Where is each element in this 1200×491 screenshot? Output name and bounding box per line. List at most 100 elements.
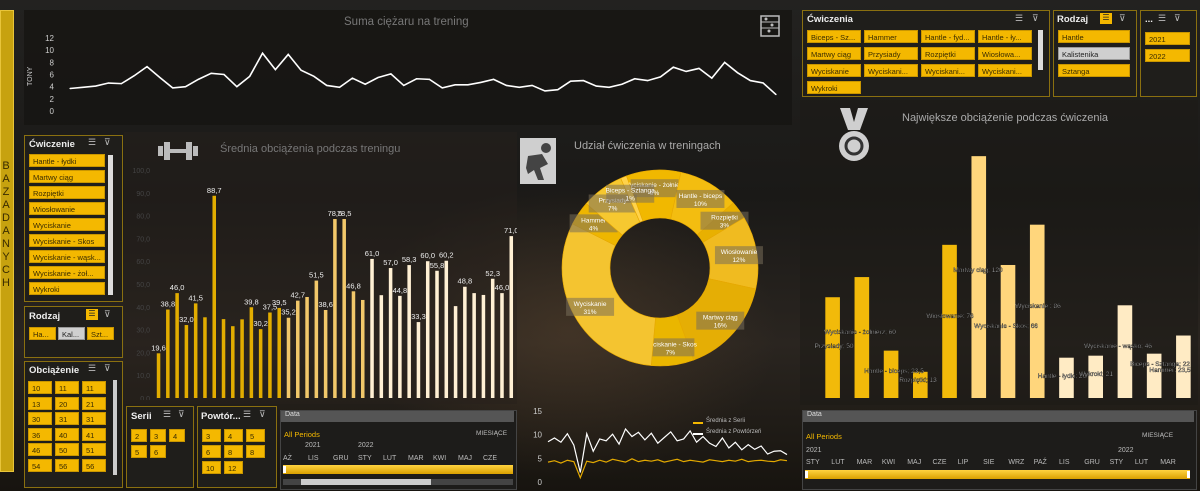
weight-option[interactable]: 11 xyxy=(82,381,106,394)
clear-filter-icon[interactable]: ⊽ xyxy=(178,409,185,420)
timeline-left-month[interactable]: MAR xyxy=(408,455,424,462)
timeline-left-month[interactable]: KWI xyxy=(433,455,446,462)
exercise-top-option[interactable]: Wiosłowa... xyxy=(978,47,1032,60)
kind-left-option[interactable]: Szt... xyxy=(87,327,114,340)
exercise-top-option[interactable]: Przysiady xyxy=(864,47,918,60)
year-top-option[interactable]: 2022 xyxy=(1145,49,1190,62)
timeline-right-month[interactable]: KWI xyxy=(882,459,895,466)
exercise-left-option[interactable]: Hantle - łydki xyxy=(29,154,105,167)
clear-filter-icon[interactable]: ⊽ xyxy=(104,309,111,320)
exercise-top-option[interactable]: Rozpiętki xyxy=(921,47,975,60)
exercise-top-option[interactable]: Wyciskanie xyxy=(807,64,861,77)
timeline-right-month[interactable]: SIE xyxy=(983,459,994,466)
exercise-top-option[interactable]: Wykroki xyxy=(807,81,861,94)
kind-top-option[interactable]: Hantle xyxy=(1058,30,1130,43)
reps-option[interactable]: 5 xyxy=(246,429,265,442)
clear-filter-icon[interactable]: ⊽ xyxy=(1174,13,1181,24)
exercise-top-option[interactable]: Wyciskani... xyxy=(864,64,918,77)
timeline-right-month[interactable]: WRZ xyxy=(1008,459,1024,466)
timeline-right-handle-left[interactable] xyxy=(805,471,808,478)
weight-option[interactable]: 30 xyxy=(28,412,52,425)
year-top-option[interactable]: 2021 xyxy=(1145,32,1190,45)
multiselect-icon[interactable]: ☰ xyxy=(86,309,98,320)
timeline-right-month[interactable]: MAJ xyxy=(907,459,921,466)
weight-option[interactable]: 40 xyxy=(55,427,79,441)
exercise-top-option[interactable]: Martwy ciąg xyxy=(807,47,861,60)
multiselect-icon[interactable]: ☰ xyxy=(88,363,96,374)
multiselect-icon[interactable]: ☰ xyxy=(1015,13,1023,24)
reps-option[interactable]: 8 xyxy=(224,445,243,458)
timeline-left-scrollbar[interactable] xyxy=(283,479,513,485)
timeline-right-month[interactable]: STY xyxy=(806,459,820,466)
timeline-right-month[interactable]: STY xyxy=(1110,459,1124,466)
weight-option[interactable]: 50 xyxy=(55,443,79,456)
exercise-left-option[interactable]: Wiosłowanie xyxy=(29,202,105,215)
timeline-right-month[interactable]: LUT xyxy=(831,459,844,466)
multiselect-icon[interactable]: ☰ xyxy=(243,409,251,420)
exercise-left-option[interactable]: Wykroki xyxy=(29,282,105,295)
series-option[interactable]: 6 xyxy=(150,445,166,458)
exercise-top-option[interactable]: Hantle - fyd... xyxy=(921,30,975,43)
weight-option[interactable]: 31 xyxy=(55,412,79,425)
multiselect-icon[interactable]: ☰ xyxy=(88,137,96,148)
timeline-left-month[interactable]: CZE xyxy=(483,455,497,462)
series-option[interactable]: 4 xyxy=(169,429,185,442)
reps-option[interactable]: 3 xyxy=(202,429,221,442)
timeline-left-month[interactable]: LUT xyxy=(383,455,396,462)
exercise-left-option[interactable]: Rozpiętki xyxy=(29,186,105,199)
weight-option[interactable]: 21 xyxy=(82,396,106,410)
timeline-right-month[interactable]: GRU xyxy=(1084,459,1100,466)
exercise-slicer-top-scrollbar[interactable] xyxy=(1038,30,1043,70)
multiselect-icon[interactable]: ☰ xyxy=(1158,13,1166,24)
clear-filter-icon[interactable]: ⊽ xyxy=(104,137,111,148)
multiselect-icon[interactable]: ☰ xyxy=(163,409,171,420)
weight-option[interactable]: 51 xyxy=(82,443,106,456)
reps-option[interactable]: 12 xyxy=(224,461,243,474)
weight-option[interactable]: 54 xyxy=(28,458,52,472)
timeline-right-month[interactable]: LIP xyxy=(958,459,969,466)
kind-top-option[interactable]: Sztanga xyxy=(1058,64,1130,77)
timeline-right-unit[interactable]: MIESIĄCE xyxy=(1142,432,1173,439)
timeline-left-bar[interactable] xyxy=(283,465,513,474)
exercise-left-option[interactable]: Martwy ciąg xyxy=(29,170,105,183)
kind-left-option[interactable]: Kal... xyxy=(58,327,85,340)
reps-option[interactable]: 6 xyxy=(202,445,221,458)
timeline-left-unit[interactable]: MIESIĄCE xyxy=(476,430,507,437)
series-option[interactable]: 5 xyxy=(131,445,147,458)
clear-filter-icon[interactable]: ⊽ xyxy=(1032,13,1039,24)
exercise-left-option[interactable]: Wyciskanie - żoł... xyxy=(29,266,105,279)
clear-filter-icon[interactable]: ⊽ xyxy=(104,363,111,374)
kind-top-option[interactable]: Kalistenika xyxy=(1058,47,1130,60)
exercise-left-option[interactable]: Wyciskanie - Skos xyxy=(29,234,105,247)
weight-option[interactable]: 31 xyxy=(82,412,106,425)
series-option[interactable]: 3 xyxy=(150,429,166,442)
timeline-left-month[interactable]: AŻ xyxy=(283,455,292,462)
timeline-left-month[interactable]: GRU xyxy=(333,455,349,462)
exercise-slicer-left-scrollbar[interactable] xyxy=(108,155,113,295)
clear-filter-icon[interactable]: ⊽ xyxy=(1119,13,1126,24)
exercise-top-option[interactable]: Hantle - ły... xyxy=(978,30,1032,43)
exercise-top-option[interactable]: Hammer xyxy=(864,30,918,43)
timeline-right-month[interactable]: PAŹ xyxy=(1034,459,1047,466)
weight-option[interactable]: 20 xyxy=(55,396,79,410)
weight-option[interactable]: 46 xyxy=(28,443,52,456)
weight-slicer-scrollbar[interactable] xyxy=(113,380,117,475)
clear-filter-icon[interactable]: ⊽ xyxy=(259,409,266,420)
timeline-right-month[interactable]: MAR xyxy=(1160,459,1176,466)
timeline-right-bar[interactable] xyxy=(805,470,1190,479)
reps-option[interactable]: 8 xyxy=(246,445,265,458)
timeline-right-month[interactable]: LUT xyxy=(1135,459,1148,466)
weight-option[interactable]: 56 xyxy=(82,458,106,472)
exercise-top-option[interactable]: Wyciskani... xyxy=(921,64,975,77)
timeline-left-month[interactable]: STY xyxy=(358,455,372,462)
timeline-left-month[interactable]: LIS xyxy=(308,455,319,462)
timeline-left-handle-left[interactable] xyxy=(283,466,286,473)
timeline-right-handle-right[interactable] xyxy=(1187,471,1190,478)
exercise-left-option[interactable]: Wyciskanie - wąsk... xyxy=(29,250,105,263)
exercise-top-option[interactable]: Biceps - Sz... xyxy=(807,30,861,43)
multiselect-icon[interactable]: ☰ xyxy=(1100,13,1112,24)
exercise-top-option[interactable]: Wyciskani... xyxy=(978,64,1032,77)
reps-option[interactable]: 10 xyxy=(202,461,221,474)
weight-option[interactable]: 56 xyxy=(55,458,79,472)
weight-option[interactable]: 41 xyxy=(82,427,106,441)
